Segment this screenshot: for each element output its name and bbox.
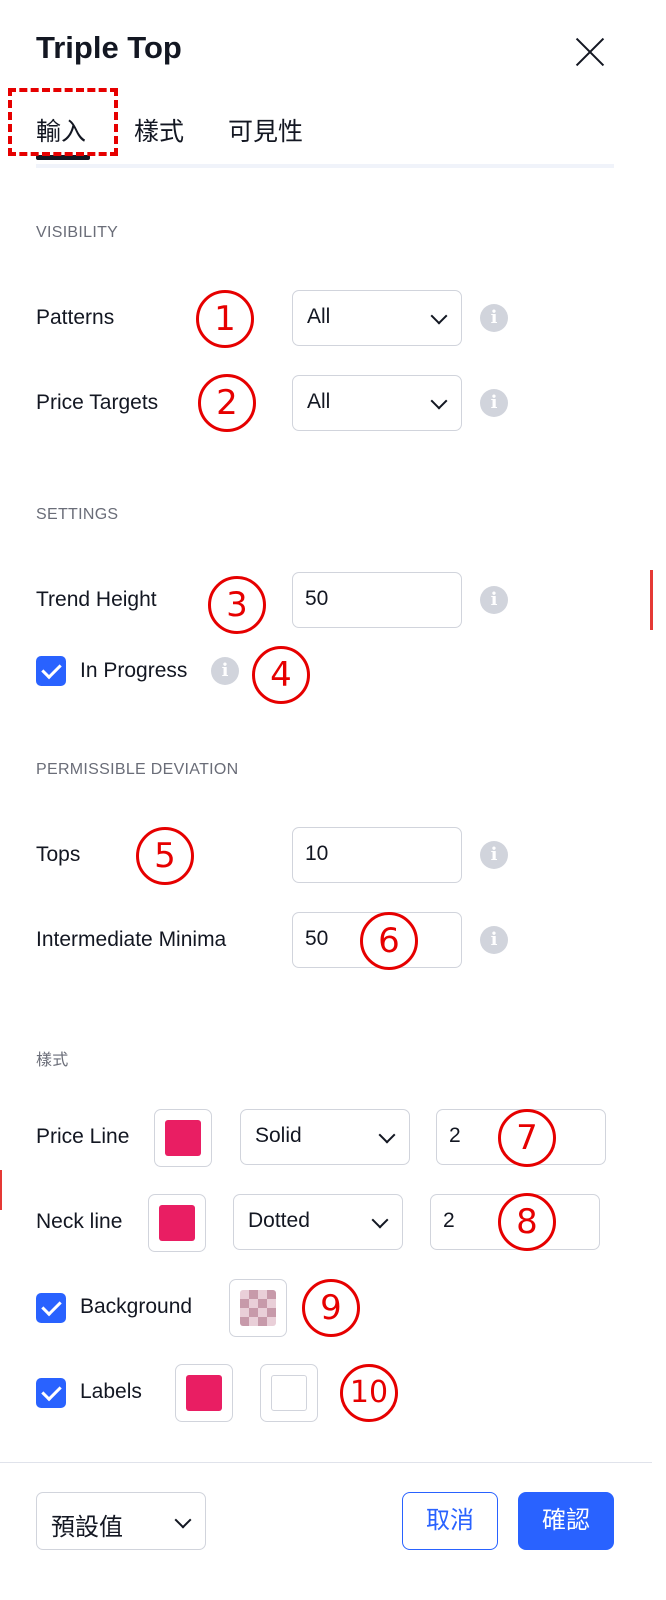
section-visibility: VISIBILITY xyxy=(36,224,119,241)
annotation-4: 4 xyxy=(252,646,310,704)
in-progress-checkbox[interactable] xyxy=(36,656,66,686)
background-label: Background xyxy=(80,1295,193,1318)
chevron-down-icon xyxy=(430,392,448,410)
price-targets-select[interactable]: All xyxy=(292,375,462,431)
price-line-label: Price Line xyxy=(36,1125,130,1148)
tops-input[interactable]: 10 xyxy=(292,827,462,883)
annotation-9: 9 xyxy=(302,1279,360,1337)
section-deviation: PERMISSIBLE DEVIATION xyxy=(36,761,239,778)
highlight-box xyxy=(8,88,118,156)
neck-line-color-fill xyxy=(159,1205,195,1241)
price-line-color-swatch[interactable] xyxy=(154,1109,212,1167)
footer-divider xyxy=(0,1462,652,1463)
section-settings: SETTINGS xyxy=(36,506,119,523)
dialog-title: Triple Top xyxy=(36,30,182,65)
labels-label: Labels xyxy=(80,1380,142,1403)
intermediate-minima-label: Intermediate Minima xyxy=(36,928,227,951)
indicator-settings-dialog: Triple Top 輸入 樣式 可見性 VISIBILITY Patterns… xyxy=(0,0,653,1600)
info-icon[interactable]: i xyxy=(480,304,508,332)
background-color-fill xyxy=(240,1290,276,1326)
info-icon[interactable]: i xyxy=(480,841,508,869)
annotation-3: 3 xyxy=(208,576,266,634)
close-icon[interactable] xyxy=(572,33,608,69)
annotation-2: 2 xyxy=(198,374,256,432)
in-progress-label: In Progress xyxy=(80,659,188,682)
tab-style[interactable]: 樣式 xyxy=(134,112,184,148)
labels-checkbox[interactable] xyxy=(36,1378,66,1408)
price-line-color-fill xyxy=(165,1120,201,1156)
chart-edge-mark xyxy=(0,1170,2,1210)
price-targets-value: All xyxy=(307,390,331,413)
chevron-down-icon xyxy=(378,1126,396,1144)
trend-height-input[interactable]: 50 xyxy=(292,572,462,628)
trend-height-label: Trend Height xyxy=(36,588,157,611)
info-icon[interactable]: i xyxy=(480,389,508,417)
tops-label: Tops xyxy=(36,843,81,866)
neck-line-color-swatch[interactable] xyxy=(148,1194,206,1252)
price-line-style-value: Solid xyxy=(255,1124,302,1147)
annotation-8: 8 xyxy=(498,1193,556,1251)
tops-value: 10 xyxy=(305,842,329,865)
chart-edge xyxy=(652,0,666,1600)
patterns-label: Patterns xyxy=(36,306,115,329)
defaults-select[interactable]: 預設值 xyxy=(36,1492,206,1550)
section-style: 樣式 xyxy=(36,1052,69,1069)
price-line-style-select[interactable]: Solid xyxy=(240,1109,410,1165)
tab-bar: 輸入 樣式 可見性 xyxy=(36,108,614,168)
neck-line-style-value: Dotted xyxy=(248,1209,310,1232)
annotation-7: 7 xyxy=(498,1109,556,1167)
price-line-width-value: 2 xyxy=(449,1124,461,1147)
labels-color-swatch[interactable] xyxy=(175,1364,233,1422)
defaults-label: 預設值 xyxy=(51,1514,123,1541)
chevron-down-icon xyxy=(430,307,448,325)
ok-button[interactable]: 確認 xyxy=(518,1492,614,1550)
price-targets-label: Price Targets xyxy=(36,391,159,414)
background-checkbox[interactable] xyxy=(36,1293,66,1323)
chevron-down-icon xyxy=(371,1211,389,1229)
annotation-1: 1 xyxy=(196,290,254,348)
intermediate-minima-value: 50 xyxy=(305,927,329,950)
info-icon[interactable]: i xyxy=(480,926,508,954)
neck-line-width-value: 2 xyxy=(443,1209,455,1232)
background-color-swatch[interactable] xyxy=(229,1279,287,1337)
info-icon[interactable]: i xyxy=(211,657,239,685)
trend-height-value: 50 xyxy=(305,587,329,610)
annotation-6: 6 xyxy=(360,912,418,970)
annotation-10: 10 xyxy=(340,1364,398,1422)
annotation-5: 5 xyxy=(136,827,194,885)
labels-color-fill xyxy=(186,1375,222,1411)
tab-visibility[interactable]: 可見性 xyxy=(228,112,303,148)
patterns-value: All xyxy=(307,305,331,328)
neck-line-label: Neck line xyxy=(36,1210,123,1233)
labels-text-color-swatch[interactable] xyxy=(260,1364,318,1422)
neck-line-style-select[interactable]: Dotted xyxy=(233,1194,403,1250)
chart-edge-mark xyxy=(650,570,653,630)
labels-text-color-fill xyxy=(271,1375,307,1411)
patterns-select[interactable]: All xyxy=(292,290,462,346)
chevron-down-icon xyxy=(174,1511,192,1529)
info-icon[interactable]: i xyxy=(480,586,508,614)
cancel-button[interactable]: 取消 xyxy=(402,1492,498,1550)
